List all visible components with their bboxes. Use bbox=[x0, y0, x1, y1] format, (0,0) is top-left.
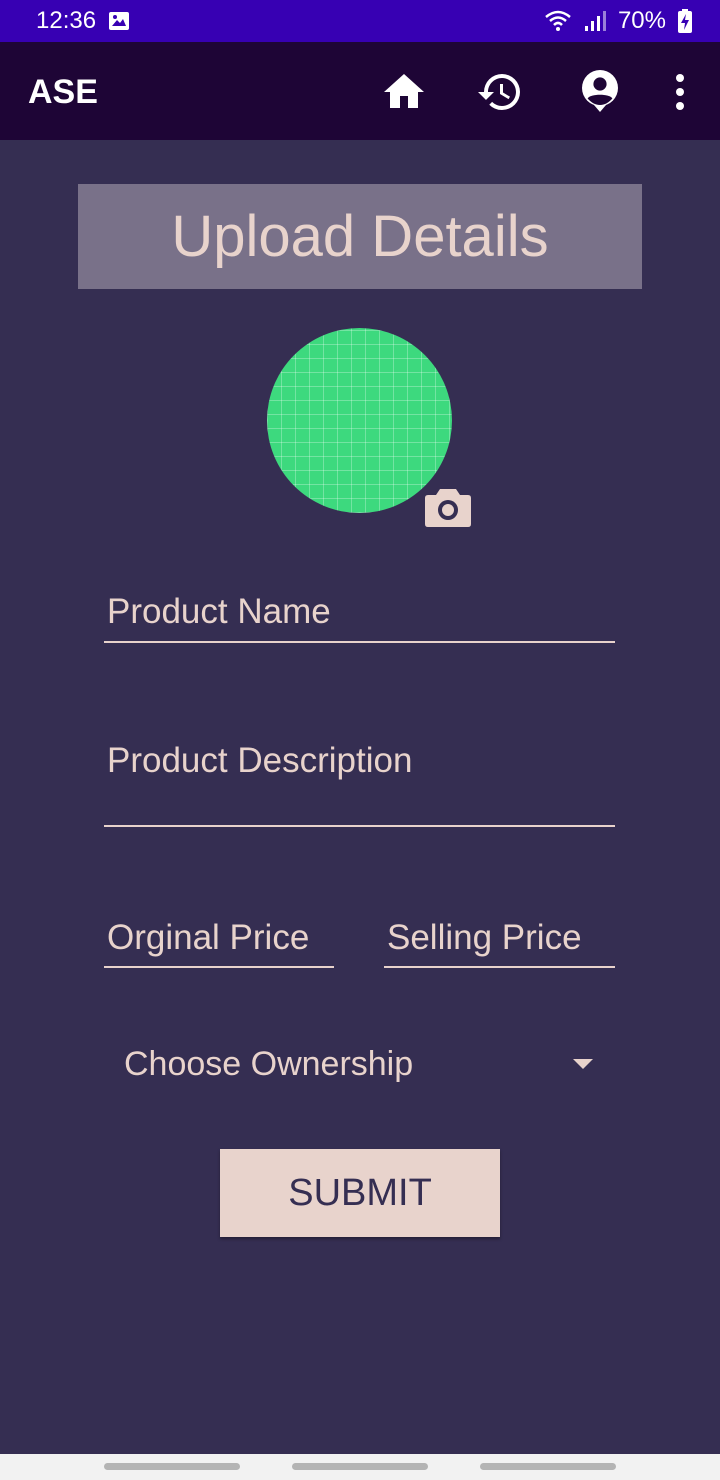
account-icon[interactable] bbox=[576, 68, 624, 116]
battery-percent: 70% bbox=[617, 7, 666, 34]
home-icon[interactable] bbox=[380, 68, 428, 116]
submit-button[interactable]: SUBMIT bbox=[220, 1149, 500, 1237]
nav-home-handle[interactable] bbox=[292, 1463, 428, 1470]
camera-icon[interactable] bbox=[424, 486, 472, 528]
heading-banner: Upload Details bbox=[78, 184, 642, 289]
history-icon[interactable] bbox=[476, 68, 524, 116]
nav-back-handle[interactable] bbox=[480, 1463, 616, 1470]
selling-price-field[interactable] bbox=[384, 918, 615, 968]
status-bar: 12:36 70% bbox=[0, 0, 720, 42]
wifi-icon bbox=[545, 10, 571, 31]
product-name-input[interactable] bbox=[107, 592, 615, 632]
nav-recents-handle[interactable] bbox=[104, 1463, 240, 1470]
app-title: ASE bbox=[28, 73, 98, 111]
page-title: Upload Details bbox=[171, 203, 549, 269]
system-nav-bar bbox=[0, 1454, 720, 1480]
more-vert-icon[interactable] bbox=[656, 68, 704, 116]
product-description-input[interactable] bbox=[107, 741, 615, 781]
image-icon bbox=[109, 12, 130, 30]
product-description-field[interactable] bbox=[104, 741, 615, 827]
original-price-field[interactable] bbox=[104, 918, 334, 968]
ownership-dropdown[interactable]: Choose Ownership bbox=[104, 1034, 614, 1094]
app-bar: ASE bbox=[0, 42, 720, 140]
status-time: 12:36 bbox=[36, 7, 97, 34]
original-price-input[interactable] bbox=[107, 918, 334, 958]
signal-icon bbox=[584, 11, 606, 31]
battery-charging-icon bbox=[678, 9, 692, 33]
dropdown-arrow-icon bbox=[573, 1059, 593, 1069]
selling-price-input[interactable] bbox=[387, 918, 615, 958]
ownership-selected: Choose Ownership bbox=[124, 1044, 414, 1083]
product-name-field[interactable] bbox=[104, 592, 615, 643]
